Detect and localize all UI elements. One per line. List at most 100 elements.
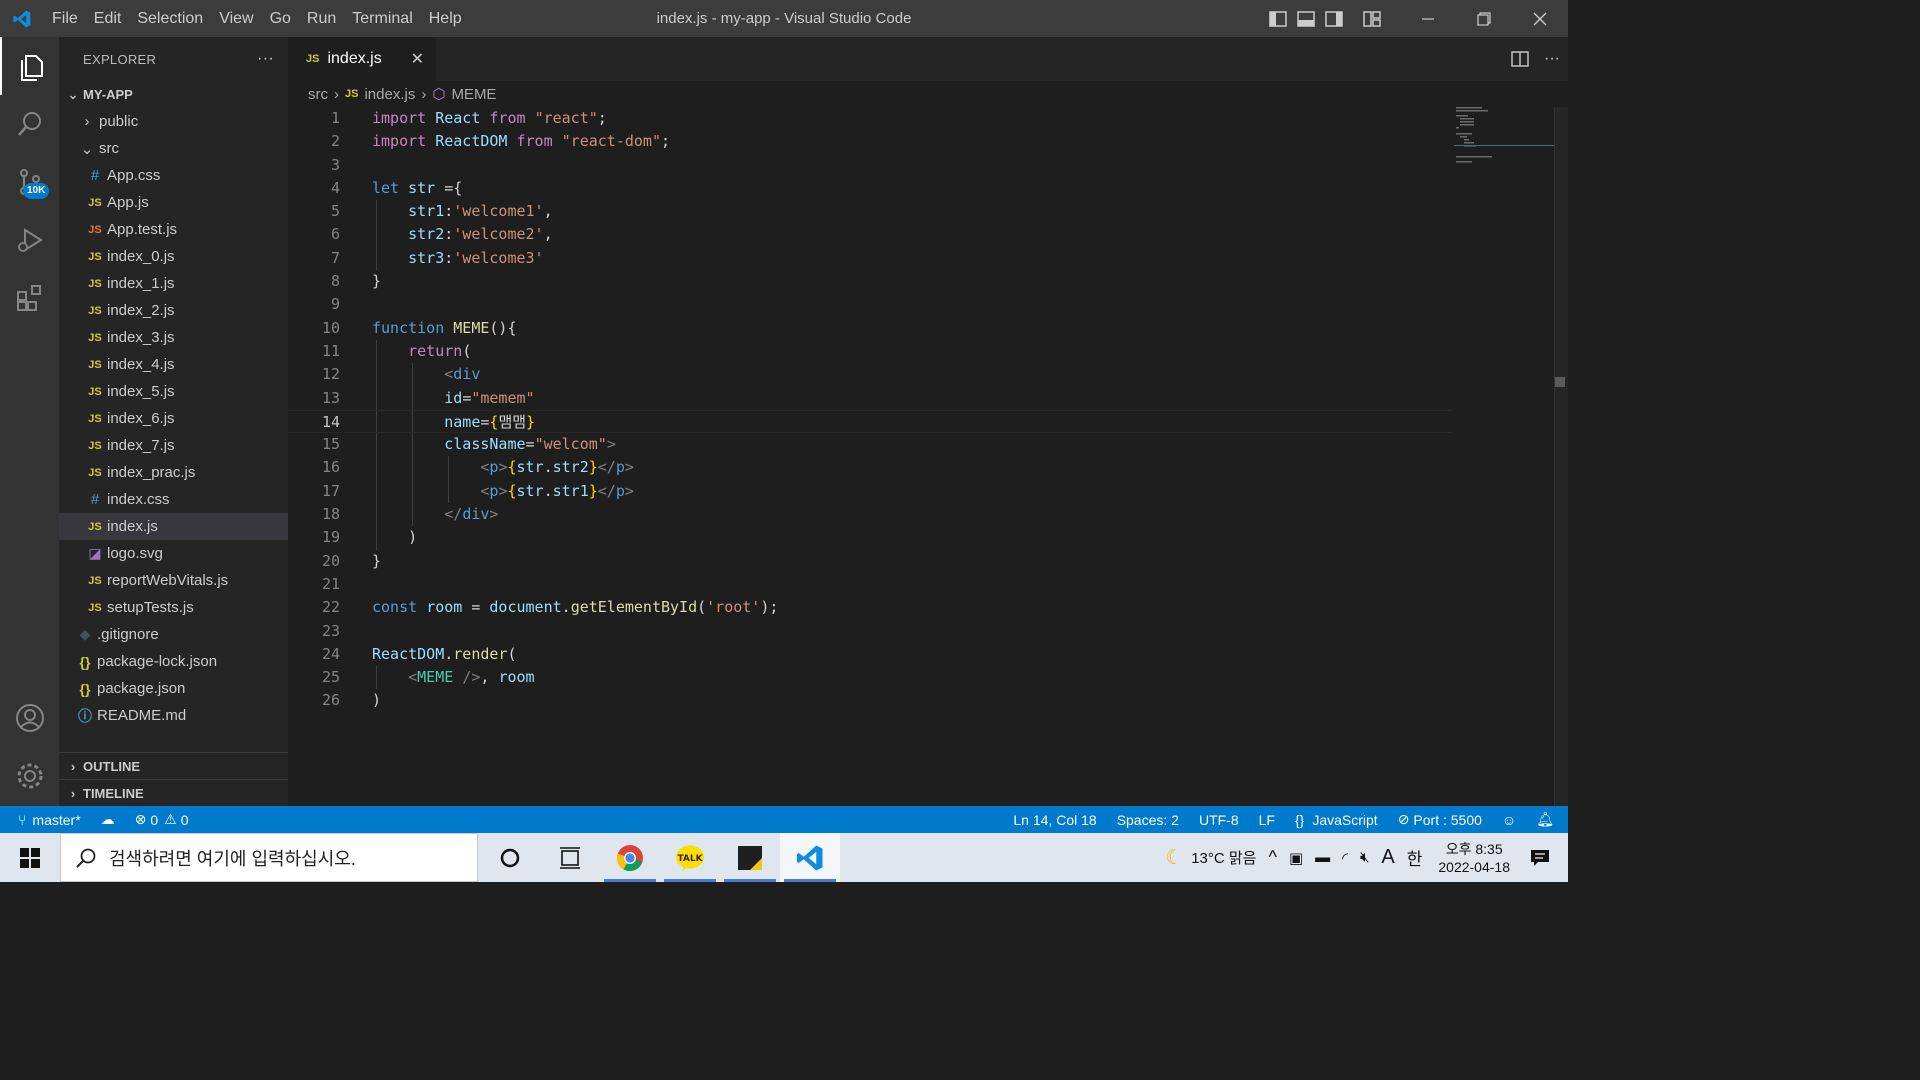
sync-icon[interactable]: ☁ xyxy=(91,811,125,828)
tree-item-label: index_0.js xyxy=(107,248,175,265)
volume-muted-icon[interactable]: 🔇︎ xyxy=(1354,849,1375,866)
code-token: ={ xyxy=(435,178,463,197)
branch-status[interactable]: ⑂ master* xyxy=(0,812,91,828)
tree-item[interactable]: JS App.test.js xyxy=(59,216,288,243)
language-mode[interactable]: {} JavaScript xyxy=(1285,812,1388,828)
tree-item[interactable]: # App.css xyxy=(59,162,288,189)
notifications-bell-icon[interactable]: 🔔︎ xyxy=(1526,811,1568,828)
settings-gear-icon[interactable] xyxy=(0,747,59,805)
vscode-logo-icon[interactable] xyxy=(0,0,44,37)
line-number: 21 xyxy=(321,574,340,593)
tree-item[interactable]: JS index_prac.js xyxy=(59,459,288,486)
line-number: 19 xyxy=(321,528,340,547)
indent-guide xyxy=(376,410,377,433)
tree-item[interactable]: JS index_1.js xyxy=(59,270,288,297)
tree-item[interactable]: JS index_7.js xyxy=(59,432,288,459)
weather-widget[interactable]: ☾ 13°C 맑음 xyxy=(1159,845,1262,870)
timeline-section[interactable]: › TIMELINE xyxy=(59,779,288,806)
restore-button[interactable] xyxy=(1456,0,1512,37)
close-window-button[interactable] xyxy=(1512,0,1568,37)
outline-section[interactable]: › OUTLINE xyxy=(59,752,288,779)
breadcrumb-file[interactable]: index.js xyxy=(364,86,415,103)
scrollbar-thumb[interactable] xyxy=(1555,377,1565,387)
menu-terminal[interactable]: Terminal xyxy=(344,0,420,37)
encoding-status[interactable]: UTF-8 xyxy=(1189,812,1249,828)
minimap[interactable] xyxy=(1454,107,1554,167)
minimize-button[interactable] xyxy=(1400,0,1456,37)
tab-index-js[interactable]: JS index.js ✕ xyxy=(288,37,436,81)
tree-item[interactable]: JS index_0.js xyxy=(59,243,288,270)
menu-selection[interactable]: Selection xyxy=(129,0,211,37)
wifi-icon[interactable]: ◜ xyxy=(1336,849,1354,867)
menu-file[interactable]: File xyxy=(44,0,86,37)
vscode-taskbar-icon[interactable] xyxy=(780,833,840,882)
css-file-icon: # xyxy=(90,491,100,508)
cortana-icon[interactable] xyxy=(480,833,540,882)
tree-item[interactable]: JS index_5.js xyxy=(59,378,288,405)
tree-item[interactable]: JS index_6.js xyxy=(59,405,288,432)
tree-item[interactable]: JS setupTests.js xyxy=(59,594,288,621)
more-actions-icon[interactable]: ··· xyxy=(1536,50,1568,68)
run-debug-icon[interactable] xyxy=(0,211,59,269)
vertical-scrollbar[interactable] xyxy=(1554,107,1568,806)
customize-layout-icon[interactable] xyxy=(1358,0,1386,37)
accounts-icon[interactable] xyxy=(0,689,59,747)
menu-go[interactable]: Go xyxy=(262,0,299,37)
tree-item[interactable]: ⓘ README.md xyxy=(59,702,288,729)
taskbar-search-box[interactable]: 검색하려면 여기에 입력하십시오. xyxy=(60,833,478,882)
tree-item[interactable]: JS index.js xyxy=(59,513,288,540)
notification-center-icon[interactable] xyxy=(1520,849,1568,867)
taskbar-clock[interactable]: 오후 8:35 2022-04-18 xyxy=(1428,840,1520,876)
eol-status[interactable]: LF xyxy=(1249,812,1285,828)
tree-item-label: index.js xyxy=(107,518,158,535)
menu-view[interactable]: View xyxy=(211,0,261,37)
live-server-status[interactable]: ⊘ Port : 5500 xyxy=(1388,811,1492,828)
cursor-position[interactable]: Ln 14, Col 18 xyxy=(1003,812,1106,828)
tree-item[interactable]: JS index_4.js xyxy=(59,351,288,378)
menu-edit[interactable]: Edit xyxy=(86,0,130,37)
tree-item[interactable]: JS index_2.js xyxy=(59,297,288,324)
windows-start-icon[interactable] xyxy=(0,833,60,882)
tree-item[interactable]: {} package.json xyxy=(59,675,288,702)
close-tab-icon[interactable]: ✕ xyxy=(411,49,424,69)
kakaotalk-icon[interactable]: TALK xyxy=(660,833,720,882)
code-editor[interactable]: 1 import React from "react"; 2 import React… xyxy=(288,107,1452,713)
explorer-more-actions-icon[interactable]: ··· xyxy=(257,50,274,68)
tree-item[interactable]: {} package-lock.json xyxy=(59,648,288,675)
code-token: id xyxy=(444,388,463,407)
tree-item[interactable]: JS index_3.js xyxy=(59,324,288,351)
extensions-icon[interactable] xyxy=(0,269,59,327)
menu-help[interactable]: Help xyxy=(421,0,470,37)
breadcrumb-symbol[interactable]: MEME xyxy=(451,86,496,103)
taskbar-search-placeholder: 검색하려면 여기에 입력하십시오. xyxy=(109,848,356,869)
feedback-icon[interactable]: ☺ xyxy=(1492,812,1526,828)
toggle-panel-icon[interactable] xyxy=(1292,0,1320,37)
toggle-primary-sidebar-icon[interactable] xyxy=(1264,0,1292,37)
explorer-icon[interactable] xyxy=(0,37,59,95)
tree-item[interactable]: JS App.js xyxy=(59,189,288,216)
task-view-icon[interactable] xyxy=(540,833,600,882)
tree-item[interactable]: ◆ .gitignore xyxy=(59,621,288,648)
tree-item[interactable]: JS reportWebVitals.js xyxy=(59,567,288,594)
battery-icon[interactable]: ▬ xyxy=(1309,849,1336,866)
tree-item[interactable]: # index.css xyxy=(59,486,288,513)
breadcrumb-folder[interactable]: src xyxy=(308,86,328,103)
split-editor-icon[interactable] xyxy=(1504,51,1536,67)
meeting-icon[interactable]: ▣ xyxy=(1283,849,1309,867)
menu-run[interactable]: Run xyxy=(299,0,344,37)
ime-language-indicator[interactable]: 한 xyxy=(1401,845,1429,870)
search-icon[interactable] xyxy=(0,95,59,153)
show-hidden-icons-chevron-icon[interactable]: ^ xyxy=(1262,847,1282,868)
toggle-secondary-sidebar-icon[interactable] xyxy=(1320,0,1348,37)
chrome-icon[interactable] xyxy=(600,833,660,882)
indentation-status[interactable]: Spaces: 2 xyxy=(1107,812,1189,828)
tree-item[interactable]: ◪ logo.svg xyxy=(59,540,288,567)
tree-item[interactable]: ⌄ src xyxy=(59,135,288,162)
workspace-root[interactable]: ⌄ MY-APP xyxy=(59,81,288,108)
source-control-icon[interactable]: 10K xyxy=(0,153,59,211)
sticky-notes-icon[interactable] xyxy=(720,833,780,882)
problems-status[interactable]: ⊗ 0 ⚠ 0 xyxy=(125,811,199,828)
tree-item[interactable]: › public xyxy=(59,108,288,135)
input-mode-indicator[interactable]: A xyxy=(1375,846,1400,869)
